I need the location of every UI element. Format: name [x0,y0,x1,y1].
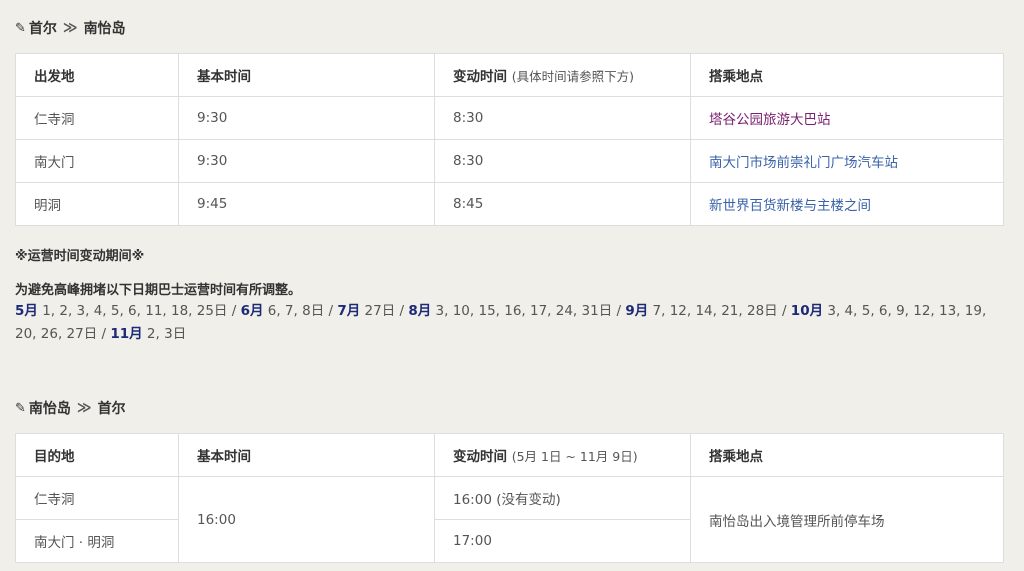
pickup-link[interactable]: 新世界百货新楼与主楼之间 [690,182,1004,226]
header-changed-time-label: 变动时间 [453,449,507,465]
heading-to: 首尔 [97,401,126,417]
month-label: 6月 [240,303,264,319]
header-departure: 出发地 [15,53,179,97]
heading-from: 首尔 [28,21,57,37]
schedule-table: 出发地 基本时间 变动时间 (具体时间请参照下方) 搭乘地点 仁寺洞 9:30 … [15,53,1004,226]
header-changed-time: 变动时间 (具体时间请参照下方) [434,53,691,97]
month-label: 9月 [625,303,649,319]
cell-pickup: 南怡岛出入境管理所前停车场 [690,476,1004,563]
month-days: 3, 10, 15, 16, 17, 24, 31日 / [431,303,626,319]
notice-text: 为避免高峰拥堵以下日期巴士运营时间有所调整。 [15,283,302,298]
table-header-row: 目的地 基本时间 变动时间 (5月 1日 ~ 11月 9日) 搭乘地点 [15,433,1004,477]
pencil-icon: ✎ [15,20,26,36]
cell-changed: 16:00 (没有变动) [434,476,691,520]
cell-changed: 8:30 [434,139,691,183]
cell-basic: 9:45 [178,182,435,226]
table-row: 仁寺洞 9:30 8:30 塔谷公园旅游大巴站 [15,96,1004,140]
month-days: 6, 7, 8日 / [263,303,338,319]
cell-changed: 17:00 [434,519,691,563]
header-changed-time-label: 变动时间 [453,69,507,85]
table-row: 南大门 9:30 8:30 南大门市场前崇礼门广场汽车站 [15,139,1004,183]
month-days: 2, 3日 [142,326,187,342]
month-label: 10月 [790,303,824,319]
cell-changed: 8:45 [434,182,691,226]
header-basic-time: 基本时间 [178,53,435,97]
schedule-table: 目的地 基本时间 变动时间 (5月 1日 ~ 11月 9日) 搭乘地点 仁寺洞 … [15,433,1004,563]
cell-place: 仁寺洞 [15,476,179,520]
table-row: 明洞 9:45 8:45 新世界百货新楼与主楼之间 [15,182,1004,226]
pickup-link[interactable]: 南大门市场前崇礼门广场汽车站 [690,139,1004,183]
heading-to: 南怡岛 [83,21,126,37]
cell-place: 仁寺洞 [15,96,179,140]
month-days: 1, 2, 3, 4, 5, 6, 11, 18, 25日 / [37,303,241,319]
heading-separator: ≫ [62,20,78,36]
header-changed-time-note: (5月 1日 ~ 11月 9日) [511,449,638,464]
month-days: 7, 12, 14, 21, 28日 / [648,303,791,319]
notice-title: ※运营时间变动期间※ [15,249,145,264]
header-destination: 目的地 [15,433,179,477]
month-days: 27日 / [360,303,409,319]
cell-place: 南大门 [15,139,179,183]
table-header-row: 出发地 基本时间 变动时间 (具体时间请参照下方) 搭乘地点 [15,53,1004,97]
pickup-link[interactable]: 塔谷公园旅游大巴站 [690,96,1004,140]
month-label: 5月 [15,303,38,319]
cell-changed: 8:30 [434,96,691,140]
header-pickup: 搭乘地点 [690,433,1004,477]
pencil-icon: ✎ [15,400,26,416]
header-changed-time-note: (具体时间请参照下方) [511,69,634,84]
cell-place: 南大门 · 明洞 [15,519,179,563]
table-row: 仁寺洞 16:00 16:00 (没有变动) 南怡岛出入境管理所前停车场 [15,476,1004,563]
month-label: 8月 [408,303,432,319]
section-heading: ✎ 首尔 ≫ 南怡岛 [15,18,1003,38]
section-heading: ✎ 南怡岛 ≫ 首尔 [15,398,1003,418]
heading-separator: ≫ [76,400,92,416]
route-nami-to-seoul: ✎ 南怡岛 ≫ 首尔 目的地 基本时间 变动时间 (5月 1日 ~ 11月 9日… [15,398,1004,563]
change-dates: 5月 1, 2, 3, 4, 5, 6, 11, 18, 25日 / 6月 6,… [15,300,1010,346]
header-changed-time: 变动时间 (5月 1日 ~ 11月 9日) [434,433,691,477]
month-label: 11月 [110,326,143,342]
cell-basic: 9:30 [178,96,435,140]
header-pickup: 搭乘地点 [690,53,1004,97]
cell-basic: 9:30 [178,139,435,183]
cell-basic: 16:00 [178,476,435,563]
cell-place: 明洞 [15,182,179,226]
month-label: 7月 [337,303,361,319]
heading-from: 南怡岛 [28,401,71,417]
header-basic-time: 基本时间 [178,433,435,477]
route-seoul-to-nami: ✎ 首尔 ≫ 南怡岛 出发地 基本时间 变动时间 (具体时间请参照下方) 搭乘地… [15,18,1004,226]
